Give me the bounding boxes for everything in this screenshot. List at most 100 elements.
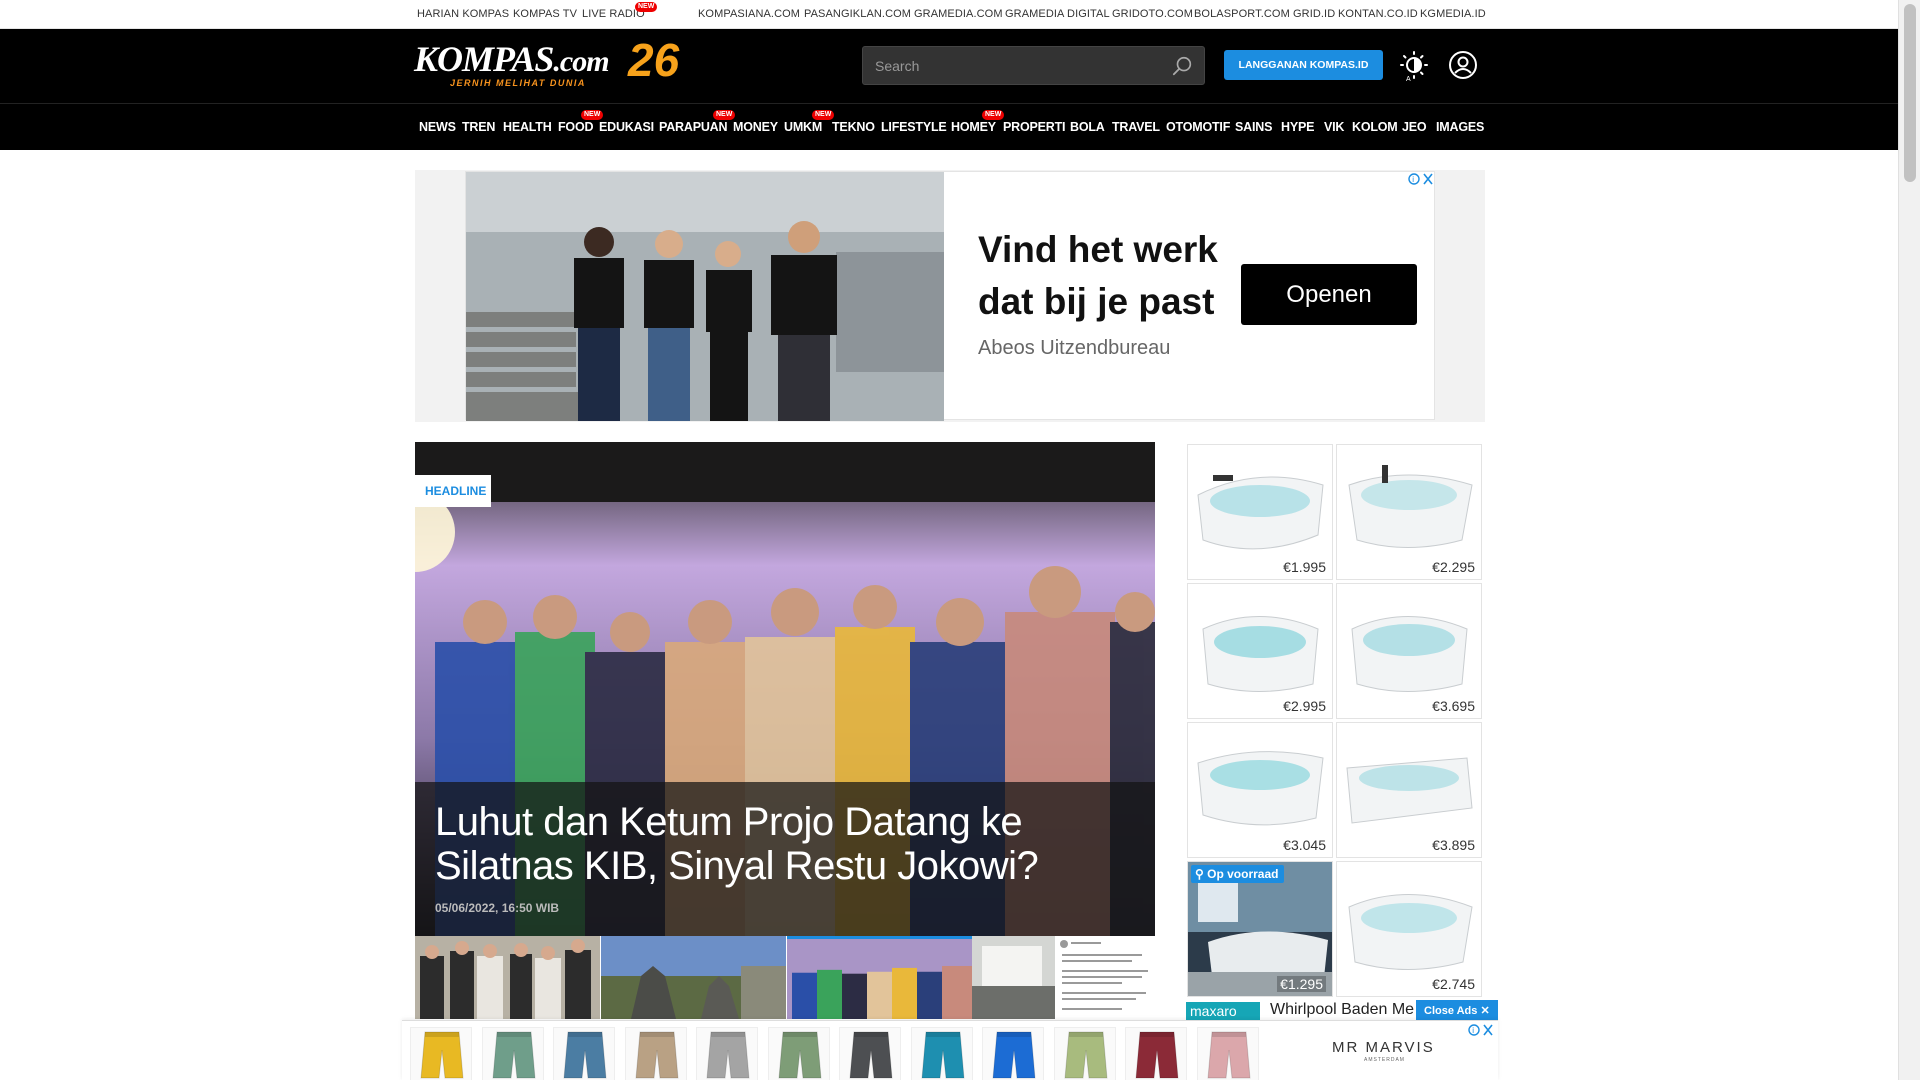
logo-wordmark: KOMPAS.com bbox=[414, 39, 610, 79]
nav-item-travel[interactable]: TRAVEL bbox=[1112, 120, 1160, 134]
nav-item-otomotif[interactable]: OTOMOTIF bbox=[1166, 120, 1230, 134]
partner-link-gramedia-digital[interactable]: GRAMEDIA DIGITAL bbox=[1005, 8, 1110, 20]
headline-story[interactable]: HEADLINE Luhut dan Ketum Projo Datang ke… bbox=[415, 442, 1155, 936]
nav-item-umkm[interactable]: UMKM bbox=[784, 120, 822, 134]
partner-link-kontan[interactable]: KONTAN.CO.ID bbox=[1338, 8, 1418, 20]
theme-toggle-icon[interactable]: A bbox=[1400, 50, 1432, 82]
shorts-product-image[interactable] bbox=[1053, 1027, 1116, 1080]
partner-link-pasangiklan[interactable]: PASANGIKLAN.COM bbox=[804, 8, 911, 20]
new-badge: NEW bbox=[713, 110, 736, 120]
mr-marvis-logo: MR MARVIS bbox=[1332, 1039, 1435, 1056]
new-badge: NEW bbox=[635, 2, 658, 12]
product-price: €2.745 bbox=[1432, 976, 1475, 992]
product-price: €1.295 bbox=[1277, 976, 1326, 992]
search-icon[interactable] bbox=[1172, 55, 1194, 77]
user-account-icon[interactable] bbox=[1448, 50, 1478, 80]
thumbnail-3-active[interactable] bbox=[787, 936, 972, 1019]
nav-item-edukasi[interactable]: EDUKASI bbox=[599, 120, 654, 134]
shorts-product-image[interactable] bbox=[696, 1027, 758, 1080]
nav-item-kolom[interactable]: KOLOM bbox=[1352, 120, 1398, 134]
partner-link-bolasport[interactable]: BOLASPORT.COM bbox=[1194, 8, 1290, 20]
product-tile[interactable]: €3.895 bbox=[1336, 722, 1482, 858]
nav-item-bola[interactable]: BOLA bbox=[1070, 120, 1105, 134]
shorts-product-image[interactable] bbox=[624, 1027, 687, 1080]
nav-item-tren[interactable]: TREN bbox=[462, 120, 495, 134]
svg-text:A: A bbox=[1406, 76, 1411, 82]
bottom-sticky-ad[interactable]: MR MARVIS AMSTERDAM i bbox=[402, 1020, 1498, 1080]
page-scrollbar[interactable] bbox=[1898, 0, 1920, 1080]
product-price: €2.995 bbox=[1283, 698, 1326, 714]
shorts-product-image[interactable] bbox=[481, 1027, 544, 1080]
nav-item-properti[interactable]: PROPERTI bbox=[1003, 120, 1066, 134]
partner-link-gramedia[interactable]: GRAMEDIA.COM bbox=[914, 8, 1003, 20]
product-title: Whirlpool Baden Me bbox=[1270, 1001, 1415, 1018]
ad-open-button[interactable]: Openen bbox=[1241, 264, 1417, 325]
shorts-product-image[interactable] bbox=[910, 1027, 973, 1080]
shorts-product-image[interactable] bbox=[839, 1027, 901, 1080]
shorts-product-image[interactable] bbox=[1196, 1027, 1259, 1080]
partner-link-kgmedia[interactable]: KGMEDIA.ID bbox=[1420, 8, 1486, 20]
page: HARIAN KOMPAS KOMPAS TV LIVE RADIO NEW K… bbox=[0, 0, 1920, 1080]
product-tile[interactable]: €2.295 bbox=[1336, 444, 1482, 580]
adchoices-close-icon[interactable]: i bbox=[1408, 172, 1436, 186]
product-tile[interactable]: ⚲ Op voorraad €1.295 bbox=[1187, 861, 1333, 997]
partner-link-gridoto[interactable]: GRIDOTO.COM bbox=[1112, 8, 1193, 20]
shorts-product-image[interactable] bbox=[982, 1027, 1044, 1080]
thumbnail-1[interactable] bbox=[415, 936, 600, 1019]
subscribe-button[interactable]: LANGGANAN KOMPAS.ID bbox=[1224, 50, 1383, 80]
nav-item-jeo[interactable]: JEO bbox=[1402, 120, 1427, 134]
sidebar-product-ad: i €1.995 €2.295 €2.995 €3.695 €3.045 €3.… bbox=[1186, 442, 1486, 1002]
partner-link-kompas-tv[interactable]: KOMPAS TV bbox=[513, 8, 577, 20]
product-price: €2.295 bbox=[1432, 559, 1475, 575]
nav-item-lifestyle[interactable]: LIFESTYLE bbox=[881, 120, 947, 134]
main-nav: NEWS TREN HEALTH FOOD NEW EDUKASI PARAPU… bbox=[0, 103, 1898, 150]
nav-item-tekno[interactable]: TEKNO bbox=[832, 120, 875, 134]
nav-item-hype[interactable]: HYPE bbox=[1281, 120, 1314, 134]
nav-item-parapuan[interactable]: PARAPUAN bbox=[659, 120, 728, 134]
svg-text:i: i bbox=[1472, 1026, 1474, 1035]
top-banner-ad: Vind het werk dat bij je past Abeos Uitz… bbox=[415, 170, 1485, 422]
search-input[interactable] bbox=[875, 56, 1155, 76]
thumbnail-5[interactable] bbox=[1056, 936, 1155, 1019]
partner-link-kompasiana[interactable]: KOMPASIANA.COM bbox=[698, 8, 800, 20]
thumbnail-2[interactable] bbox=[601, 936, 786, 1019]
ad-card[interactable]: Vind het werk dat bij je past Abeos Uitz… bbox=[465, 171, 1436, 421]
nav-item-homey[interactable]: HOMEY bbox=[951, 120, 996, 134]
headline-title[interactable]: Luhut dan Ketum Projo Datang ke Silatnas… bbox=[435, 800, 1135, 888]
product-tile[interactable]: €3.695 bbox=[1336, 583, 1482, 719]
close-ads-button[interactable]: Close Ads ✕ bbox=[1416, 1000, 1498, 1020]
new-badge: NEW bbox=[581, 110, 604, 120]
anniversary-badge: 26 bbox=[628, 34, 680, 86]
adchoices-close-icon[interactable]: i bbox=[1468, 1023, 1496, 1037]
kompas-logo[interactable]: KOMPAS.com JERNIH MELIHAT DUNIA 26 bbox=[414, 37, 679, 88]
partner-link-grid[interactable]: GRID.ID bbox=[1293, 8, 1335, 20]
thumbnail-4[interactable] bbox=[972, 936, 1055, 1019]
scrollbar-thumb[interactable] bbox=[1904, 4, 1916, 182]
nav-item-images[interactable]: IMAGES bbox=[1436, 120, 1484, 134]
nav-item-food[interactable]: FOOD bbox=[558, 120, 594, 134]
shorts-product-image[interactable] bbox=[410, 1027, 472, 1080]
product-tile[interactable]: €1.995 bbox=[1187, 444, 1333, 580]
product-tile[interactable]: €2.995 bbox=[1187, 583, 1333, 719]
product-price: €1.995 bbox=[1283, 559, 1326, 575]
nav-item-sains[interactable]: SAINS bbox=[1235, 120, 1272, 134]
new-badge: NEW bbox=[812, 110, 835, 120]
partner-link-harian-kompas[interactable]: HARIAN KOMPAS bbox=[417, 8, 509, 20]
shorts-product-image[interactable] bbox=[767, 1027, 830, 1080]
shorts-product-image[interactable] bbox=[1125, 1027, 1187, 1080]
product-tile[interactable]: €3.045 bbox=[1187, 722, 1333, 858]
nav-item-health[interactable]: HEALTH bbox=[503, 120, 552, 134]
in-stock-badge: ⚲ Op voorraad bbox=[1191, 865, 1285, 883]
ad-photo bbox=[466, 172, 944, 421]
nav-item-news[interactable]: NEWS bbox=[419, 120, 456, 134]
product-price: €3.695 bbox=[1432, 698, 1475, 714]
product-tile[interactable]: €2.745 bbox=[1336, 861, 1482, 997]
nav-item-money[interactable]: MONEY bbox=[733, 120, 778, 134]
headline-label: HEADLINE bbox=[415, 475, 491, 507]
nav-item-vik[interactable]: VIK bbox=[1324, 120, 1344, 134]
product-price: €3.895 bbox=[1432, 837, 1475, 853]
shorts-product-image[interactable] bbox=[553, 1027, 615, 1080]
ad-advertiser: Abeos Uitzendbureau bbox=[978, 337, 1171, 359]
ad-headline: Vind het werk dat bij je past bbox=[978, 229, 1218, 322]
site-header: KOMPAS.com JERNIH MELIHAT DUNIA 26 LANGG… bbox=[0, 29, 1898, 103]
